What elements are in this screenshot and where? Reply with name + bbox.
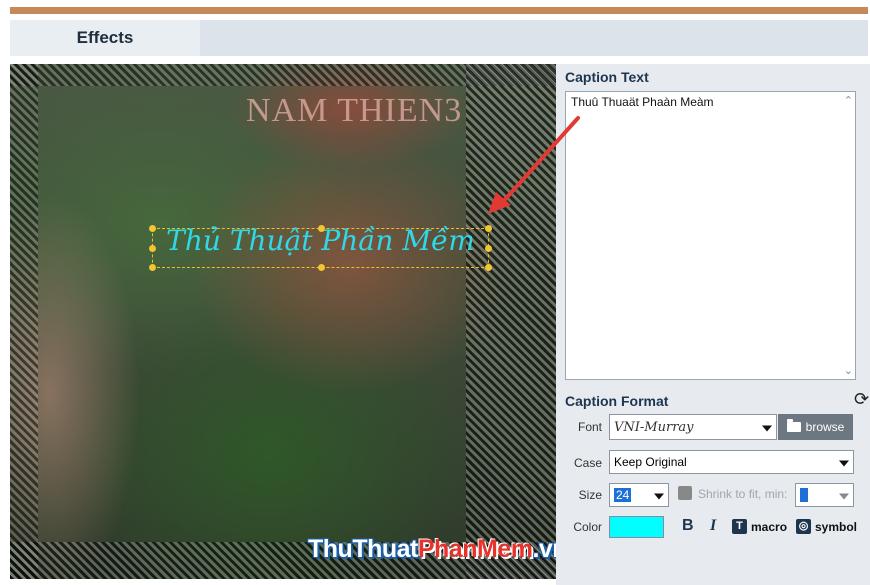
resize-handle-br[interactable] bbox=[485, 264, 492, 271]
macro-icon: T bbox=[732, 519, 747, 534]
safe-area-hatch-left bbox=[10, 64, 38, 579]
case-value: Keep Original bbox=[614, 455, 687, 469]
chevron-down-icon bbox=[839, 460, 849, 467]
caption-text-input[interactable]: Thuû Thuaät Phaàn Meàm ⌃ ⌄ bbox=[565, 91, 856, 380]
font-select[interactable]: VNI-Murray bbox=[609, 414, 777, 440]
caption-editor-window: Effects NAM THIEN3 Thủ Thuật Phần Mềm Th… bbox=[0, 0, 870, 585]
bold-button[interactable]: B bbox=[682, 517, 694, 535]
caption-format-title: Caption Format bbox=[565, 393, 669, 409]
caption-overlay-text: Thủ Thuật Phần Mềm bbox=[166, 224, 475, 257]
caption-text-value: Thuû Thuaät Phaàn Meàm bbox=[571, 95, 714, 109]
scroll-up-icon[interactable]: ⌃ bbox=[844, 94, 853, 107]
font-label: Font bbox=[577, 420, 602, 434]
browse-label: browse bbox=[805, 420, 845, 434]
shrink-min-select[interactable] bbox=[795, 483, 854, 507]
shrink-to-fit-label: Shrink to fit, min: bbox=[698, 487, 788, 501]
video-preview[interactable]: NAM THIEN3 Thủ Thuật Phần Mềm ThuThuatPh… bbox=[10, 64, 556, 579]
tab-effects[interactable]: Effects bbox=[10, 20, 200, 56]
size-label: Size bbox=[578, 488, 602, 502]
symbol-icon: ◎ bbox=[796, 519, 811, 534]
macro-button[interactable]: T macro bbox=[732, 519, 787, 534]
folder-icon bbox=[786, 419, 801, 432]
caption-text-title: Caption Text bbox=[565, 69, 649, 85]
site-watermark: ThuThuatPhanMem.vn bbox=[308, 535, 556, 564]
top-accent-bar bbox=[10, 7, 868, 14]
size-value: 24 bbox=[614, 488, 632, 502]
chevron-down-icon bbox=[654, 493, 664, 500]
color-swatch[interactable] bbox=[609, 516, 664, 538]
sign-text: NAM THIEN3 bbox=[246, 92, 463, 129]
font-value: VNI-Murray bbox=[614, 419, 694, 435]
scroll-down-icon[interactable]: ⌄ bbox=[844, 364, 853, 377]
symbol-label: symbol bbox=[815, 519, 858, 534]
macro-label: macro bbox=[751, 519, 788, 534]
color-label: Color bbox=[573, 520, 602, 534]
shrink-to-fit-checkbox[interactable] bbox=[678, 486, 692, 500]
symbol-button[interactable]: ◎ symbol bbox=[796, 519, 857, 534]
size-select[interactable]: 24 bbox=[609, 483, 669, 507]
chevron-down-icon bbox=[762, 425, 772, 432]
tab-strip: Effects bbox=[10, 20, 868, 56]
watermark-part3: .vn bbox=[532, 535, 556, 563]
italic-button[interactable]: I bbox=[710, 517, 716, 535]
browse-button[interactable]: browse bbox=[778, 414, 853, 440]
safe-area-hatch-right bbox=[466, 64, 556, 579]
caption-panel: Caption Text Thuû Thuaät Phaàn Meàm ⌃ ⌄ … bbox=[556, 64, 870, 585]
resize-handle-bl[interactable] bbox=[149, 264, 156, 271]
shrink-min-value bbox=[800, 488, 808, 502]
reset-icon[interactable]: ⟳ bbox=[854, 389, 869, 410]
watermark-part1: ThuThuat bbox=[308, 535, 418, 563]
case-label: Case bbox=[573, 456, 602, 470]
chevron-down-icon bbox=[839, 493, 849, 500]
watermark-part2: PhanMem bbox=[417, 535, 533, 563]
case-select[interactable]: Keep Original bbox=[609, 450, 854, 474]
resize-handle-bm[interactable] bbox=[318, 264, 325, 271]
